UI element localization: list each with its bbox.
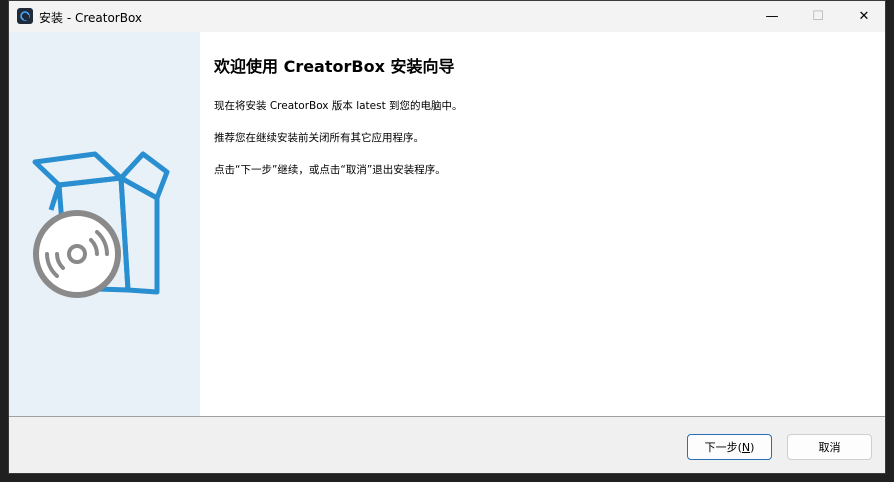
close-apps-text: 推荐您在继续安装前关闭所有其它应用程序。 bbox=[214, 132, 424, 144]
install-info-text: 现在将安装 CreatorBox 版本 latest 到您的电脑中。 bbox=[214, 100, 463, 112]
welcome-heading: 欢迎使用 CreatorBox 安装向导 bbox=[214, 57, 455, 76]
wizard-content: 欢迎使用 CreatorBox 安装向导 现在将安装 CreatorBox 版本… bbox=[9, 32, 885, 416]
box-with-disc-icon bbox=[32, 151, 170, 298]
maximize-button[interactable]: ☐ bbox=[795, 1, 841, 32]
minimize-icon: — bbox=[765, 9, 779, 24]
app-icon bbox=[17, 8, 33, 24]
minimize-button[interactable]: — bbox=[749, 1, 795, 32]
next-label-post: ) bbox=[750, 440, 755, 454]
next-button[interactable]: 下一步(N) bbox=[687, 434, 772, 460]
close-button[interactable]: ✕ bbox=[841, 1, 885, 32]
side-panel bbox=[9, 32, 200, 416]
installer-window: 安装 - CreatorBox — ☐ ✕ 欢迎使用 CreatorBox 安装… bbox=[8, 0, 886, 474]
title-bar[interactable]: 安装 - CreatorBox — ☐ ✕ bbox=[9, 1, 885, 32]
maximize-icon: ☐ bbox=[812, 9, 824, 24]
instructions-text: 点击“下一步”继续，或点击“取消”退出安装程序。 bbox=[214, 164, 446, 176]
window-title: 安装 - CreatorBox bbox=[39, 11, 143, 25]
next-mnemonic: N bbox=[741, 440, 751, 454]
close-icon: ✕ bbox=[858, 9, 870, 24]
wizard-footer: 下一步(N) 取消 bbox=[9, 417, 885, 473]
next-label-pre: 下一步( bbox=[704, 441, 742, 454]
cancel-label: 取消 bbox=[818, 441, 841, 454]
cancel-button[interactable]: 取消 bbox=[787, 434, 872, 460]
